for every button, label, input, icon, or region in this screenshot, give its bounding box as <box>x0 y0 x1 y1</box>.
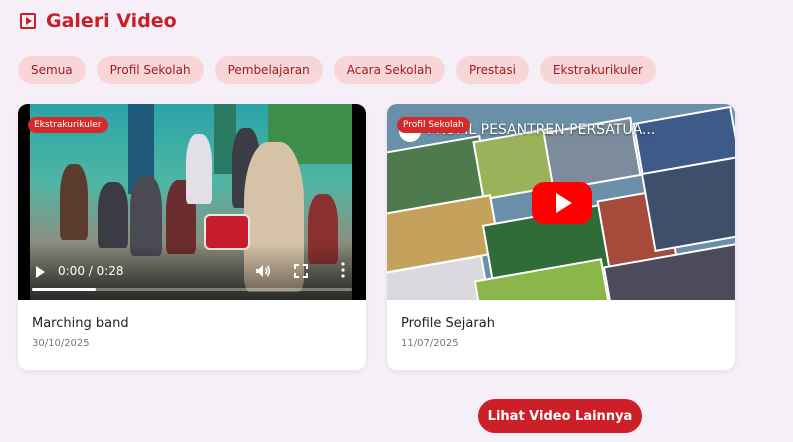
filter-acara-sekolah[interactable]: Acara Sekolah <box>333 56 445 84</box>
play-square-icon <box>20 13 36 29</box>
filter-semua[interactable]: Semua <box>18 56 86 84</box>
filter-pembelajaran[interactable]: Pembelajaran <box>214 56 323 84</box>
progress-fill <box>32 288 96 291</box>
player-time: 0:00 / 0:28 <box>58 264 124 278</box>
video-title: Marching band <box>32 316 129 331</box>
page-title: Galeri Video <box>46 10 177 32</box>
filter-profil-sekolah[interactable]: Profil Sekolah <box>96 56 204 84</box>
filter-ekstrakurikuler[interactable]: Ekstrakurikuler <box>539 56 656 84</box>
video-player[interactable]: Ekstrakurikuler 0:00 / 0:28 <box>18 104 366 300</box>
filter-prestasi[interactable]: Prestasi <box>455 56 529 84</box>
category-badge: Ekstrakurikuler <box>28 117 108 133</box>
video-date: 30/10/2025 <box>32 338 90 349</box>
video-date: 11/07/2025 <box>401 338 459 349</box>
volume-icon[interactable] <box>255 264 271 278</box>
player-controls: 0:00 / 0:28 <box>18 244 366 300</box>
filter-chips: Semua Profil Sekolah Pembelajaran Acara … <box>18 56 656 84</box>
play-icon[interactable] <box>36 266 45 278</box>
video-card[interactable]: PROFIL PESANTREN PERSATUA... Profil Seko… <box>387 104 735 370</box>
more-videos-button[interactable]: Lihat Video Lainnya <box>478 399 642 433</box>
play-icon <box>556 193 572 213</box>
section-header: Galeri Video <box>20 10 177 32</box>
video-card[interactable]: Ekstrakurikuler 0:00 / 0:28 Marching ban… <box>18 104 366 370</box>
video-title: Profile Sejarah <box>401 316 495 331</box>
fullscreen-icon[interactable] <box>294 264 308 278</box>
more-options-icon[interactable] <box>340 262 346 278</box>
progress-bar[interactable] <box>32 288 352 291</box>
category-badge: Profil Sekolah <box>397 117 470 133</box>
youtube-embed[interactable]: PROFIL PESANTREN PERSATUA... Profil Seko… <box>387 104 735 300</box>
youtube-play-button[interactable] <box>532 182 592 224</box>
